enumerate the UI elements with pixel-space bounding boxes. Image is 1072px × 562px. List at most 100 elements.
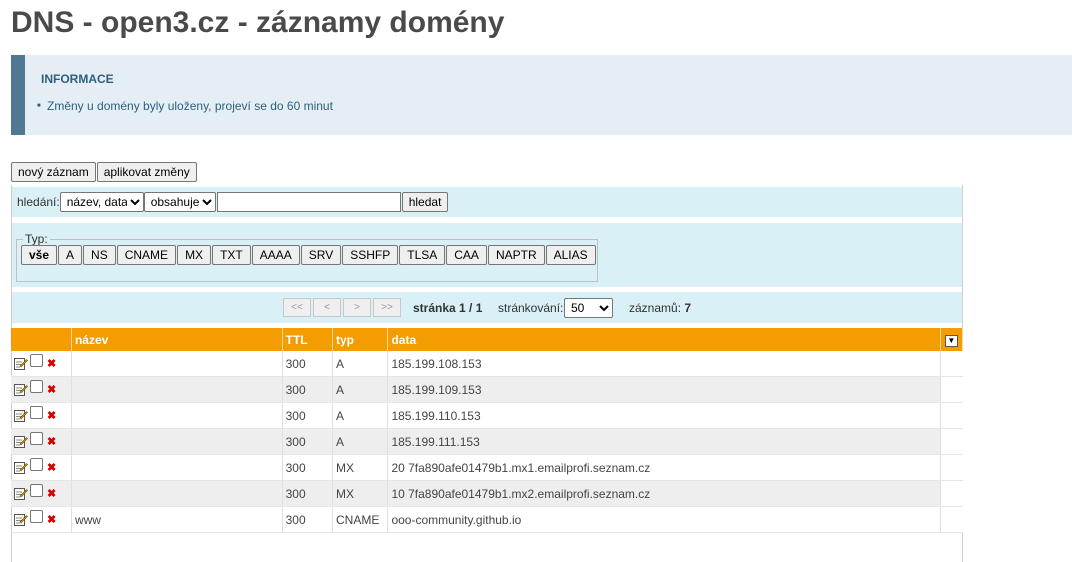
- column-menu[interactable]: ▼: [940, 328, 964, 351]
- record-type: MX: [332, 454, 389, 481]
- row-checkbox[interactable]: [30, 380, 43, 393]
- row-checkbox[interactable]: [30, 432, 43, 445]
- edit-icon[interactable]: [14, 383, 28, 396]
- type-filter-button[interactable]: SSHFP: [342, 245, 399, 265]
- row-checkbox[interactable]: [30, 458, 43, 471]
- edit-icon[interactable]: [14, 513, 28, 526]
- search-mode-select[interactable]: obsahuje: [143, 192, 216, 212]
- table-row[interactable]: ✖ 300 A 185.199.108.153: [11, 351, 963, 377]
- search-field-select[interactable]: název, data: [59, 192, 144, 212]
- delete-icon[interactable]: ✖: [47, 435, 56, 448]
- row-checkbox[interactable]: [30, 406, 43, 419]
- page-indicator: stránka 1 / 1: [413, 301, 482, 315]
- table-row[interactable]: ✖ 300 A 185.199.109.153: [11, 376, 963, 403]
- row-checkbox[interactable]: [30, 484, 43, 497]
- delete-icon[interactable]: ✖: [47, 357, 56, 370]
- table-row[interactable]: ✖ 300 A 185.199.110.153: [11, 402, 963, 429]
- type-filter-button[interactable]: ALIAS: [545, 245, 596, 265]
- page-size-select[interactable]: 50: [564, 298, 613, 318]
- type-filter-button[interactable]: SRV: [300, 245, 342, 265]
- record-ttl: 300: [282, 402, 334, 429]
- type-header[interactable]: typ: [332, 328, 389, 351]
- edit-icon[interactable]: [14, 435, 28, 448]
- column-menu-icon[interactable]: ▼: [944, 335, 958, 347]
- record-type: MX: [332, 480, 389, 507]
- type-filter-button[interactable]: MX: [177, 245, 212, 265]
- page-value: 1 / 1: [459, 301, 483, 315]
- row-spacer: [940, 351, 963, 377]
- type-filter-button[interactable]: CAA: [446, 245, 487, 265]
- next-page-button[interactable]: >: [343, 298, 371, 317]
- edit-icon[interactable]: [14, 487, 28, 500]
- delete-icon[interactable]: ✖: [47, 409, 56, 422]
- table-row[interactable]: ✖ www 300 CNAME ooo-community.github.io: [11, 506, 963, 533]
- table-row[interactable]: ✖ 300 MX 20 7fa890afe01479b1.mx1.emailprofi…: [11, 454, 963, 481]
- search-bar: hledání: název, data obsahuje hledat: [12, 187, 962, 217]
- delete-icon[interactable]: ✖: [47, 487, 56, 500]
- type-filter-button[interactable]: NAPTR: [487, 245, 545, 265]
- record-name: [71, 402, 283, 429]
- apply-changes-button[interactable]: aplikovat změny: [96, 162, 197, 182]
- row-actions: ✖: [11, 480, 72, 507]
- type-filter-button[interactable]: TLSA: [399, 245, 446, 265]
- row-spacer: [940, 402, 963, 429]
- row-actions: ✖: [11, 351, 72, 377]
- record-type: A: [332, 351, 389, 377]
- record-count-value: 7: [684, 301, 692, 315]
- record-type: CNAME: [332, 506, 389, 533]
- row-checkbox[interactable]: [30, 510, 43, 523]
- type-filter-button[interactable]: AAAA: [251, 245, 300, 265]
- record-ttl: 300: [282, 480, 334, 507]
- record-count-label: záznamů:: [629, 301, 682, 315]
- delete-icon[interactable]: ✖: [47, 513, 56, 526]
- table-header-row: název TTL typ data ▼: [11, 328, 964, 351]
- record-name: [71, 428, 283, 455]
- record-data: 185.199.108.153: [387, 351, 941, 377]
- row-actions: ✖: [11, 454, 72, 481]
- row-checkbox[interactable]: [30, 354, 43, 367]
- delete-icon[interactable]: ✖: [47, 461, 56, 474]
- delete-icon[interactable]: ✖: [47, 383, 56, 396]
- page-label: stránka: [413, 301, 456, 315]
- type-filter-button[interactable]: A: [58, 245, 83, 265]
- first-page-button[interactable]: <<: [283, 298, 311, 317]
- row-spacer: [940, 506, 963, 533]
- record-type: A: [332, 428, 389, 455]
- record-ttl: 300: [282, 428, 334, 455]
- record-data: 20 7fa890afe01479b1.mx1.emailprofi.sezna…: [387, 454, 941, 481]
- ttl-header[interactable]: TTL: [282, 328, 334, 351]
- data-header[interactable]: data: [387, 328, 941, 351]
- record-name: [71, 480, 283, 507]
- record-count: záznamů: 7: [629, 301, 691, 315]
- record-name: [71, 376, 283, 403]
- record-data: 185.199.111.153: [387, 428, 941, 455]
- record-type: A: [332, 376, 389, 403]
- info-heading: INFORMACE: [41, 72, 114, 86]
- search-input[interactable]: [216, 192, 401, 212]
- table-row[interactable]: ✖ 300 A 185.199.111.153: [11, 428, 963, 455]
- table-row[interactable]: ✖ 300 MX 10 7fa890afe01479b1.mx2.emailprofi…: [11, 480, 963, 507]
- row-actions: ✖: [11, 402, 72, 429]
- type-filter-buttons: vše A NS CNAME MX TXT AAAA SRV SSHFP TLSA CAA NAPTR…: [21, 245, 596, 265]
- type-filter-button[interactable]: TXT: [212, 245, 251, 265]
- search-button[interactable]: hledat: [401, 192, 449, 212]
- name-header[interactable]: název: [71, 328, 283, 351]
- type-filter-button[interactable]: NS: [83, 245, 116, 265]
- record-data: 185.199.110.153: [387, 402, 941, 429]
- last-page-button[interactable]: >>: [373, 298, 401, 317]
- edit-icon[interactable]: [14, 357, 28, 370]
- edit-icon[interactable]: [14, 409, 28, 422]
- type-filter-button[interactable]: CNAME: [116, 245, 177, 265]
- record-name: www: [71, 506, 283, 533]
- pager: << < > >> stránka 1 / 1 stránkování: 50 …: [12, 292, 962, 323]
- row-actions: ✖: [11, 428, 72, 455]
- row-spacer: [940, 454, 963, 481]
- page-size-label: stránkování:: [498, 301, 564, 315]
- edit-icon[interactable]: [14, 461, 28, 474]
- new-record-button[interactable]: nový záznam: [11, 162, 96, 182]
- record-type: A: [332, 402, 389, 429]
- type-filter-button[interactable]: vše: [21, 245, 58, 265]
- row-actions: ✖: [11, 376, 72, 403]
- toolbar: nový záznam aplikovat změny: [11, 162, 197, 182]
- prev-page-button[interactable]: <: [313, 298, 341, 317]
